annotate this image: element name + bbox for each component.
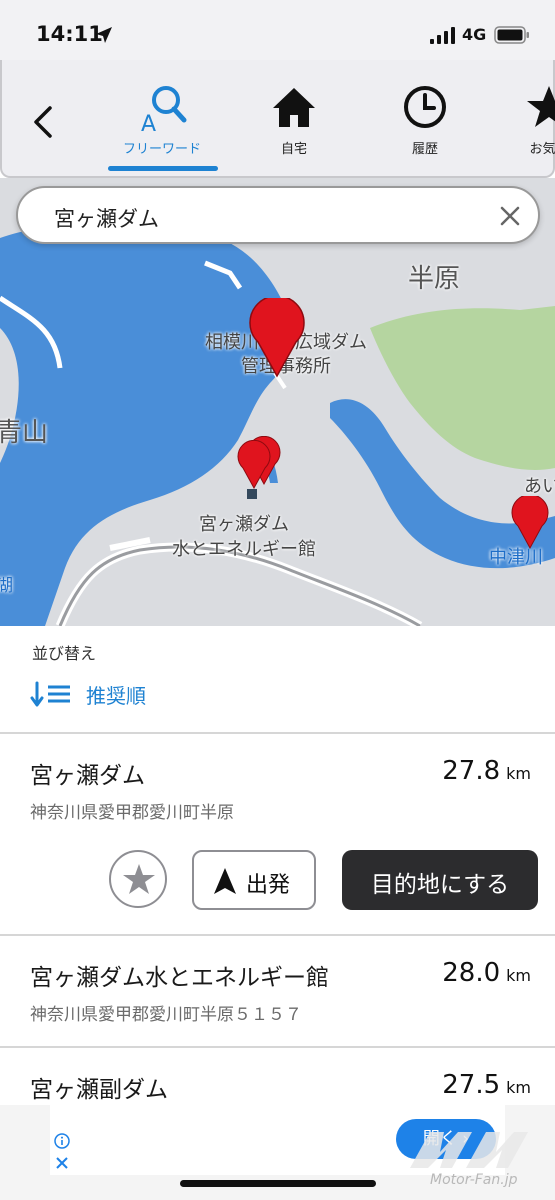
sort-section: 並び替え 推奨順 xyxy=(0,626,555,734)
result-address: 神奈川県愛甲郡愛川町半原５１５７ xyxy=(30,1005,302,1025)
map-pin-icon[interactable] xyxy=(246,298,308,378)
result-distance-value: 28.0 xyxy=(442,958,501,988)
tab-freeword-label: フリーワード xyxy=(122,142,201,157)
result-item[interactable]: 宮ヶ瀬ダム 27.8 km 神奈川県愛甲郡愛川町半原 出発 目的地にする xyxy=(0,734,555,936)
result-distance-value: 27.5 xyxy=(442,1070,501,1100)
result-distance-value: 27.8 xyxy=(442,756,501,786)
map-label-hanbara: 半原 xyxy=(408,264,461,294)
top-navigation: A フリーワード 自宅 履歴 お気に xyxy=(0,60,555,178)
search-input[interactable]: 宮ヶ瀬ダム xyxy=(54,203,159,233)
map-label-ai: あい xyxy=(524,476,555,497)
result-item[interactable]: 宮ヶ瀬ダム水とエネルギー館 28.0 km 神奈川県愛甲郡愛川町半原５１５７ xyxy=(0,936,555,1048)
sort-button[interactable]: 推奨順 xyxy=(30,678,190,710)
search-box[interactable]: 宮ヶ瀬ダム xyxy=(16,186,540,244)
sort-icon xyxy=(30,681,70,707)
map-label-museum-line2: 水とエネルギー館 xyxy=(172,539,316,560)
result-item[interactable]: 宮ヶ瀬副ダム 27.5 km xyxy=(0,1048,555,1108)
battery-icon xyxy=(494,26,529,44)
depart-button[interactable]: 出発 xyxy=(192,850,316,910)
star-icon xyxy=(527,86,555,127)
sort-value: 推奨順 xyxy=(86,684,146,708)
close-icon[interactable] xyxy=(54,1155,70,1171)
status-time: 14:11 xyxy=(36,22,103,46)
location-arrow-icon xyxy=(96,27,112,43)
set-destination-label: 目的地にする xyxy=(370,872,510,898)
info-icon[interactable] xyxy=(54,1133,70,1149)
signal-icon xyxy=(430,27,455,44)
result-name: 宮ヶ瀬副ダム xyxy=(30,1077,168,1103)
set-destination-button[interactable]: 目的地にする xyxy=(342,850,538,910)
search-a-icon: A xyxy=(141,86,187,132)
favorite-button[interactable] xyxy=(109,850,167,908)
clock-icon xyxy=(404,86,446,128)
result-name: 宮ヶ瀬ダム xyxy=(30,763,145,789)
tab-home[interactable]: 自宅 xyxy=(257,82,331,157)
back-button[interactable] xyxy=(26,100,62,144)
star-icon xyxy=(123,864,155,894)
tab-favorites-label: お気に xyxy=(529,142,555,157)
map-label-museum: 宮ヶ瀬ダム 水とエネルギー館 xyxy=(172,512,316,562)
home-icon xyxy=(273,88,315,127)
map-label-museum-line1: 宮ヶ瀬ダム xyxy=(199,514,289,535)
active-tab-indicator xyxy=(108,166,218,171)
result-distance-unit: km xyxy=(506,1078,531,1097)
map-label-ko: 湖 xyxy=(0,576,13,596)
navigation-arrow-icon xyxy=(214,868,236,894)
result-distance: 28.0 km xyxy=(442,958,531,988)
result-distance: 27.8 km xyxy=(442,756,531,786)
sort-title: 並び替え xyxy=(32,644,97,663)
map-view[interactable]: 半原 青山 相模川水系広域ダム 管理事務所 宮ヶ瀬ダム 水とエネルギー館 中津川… xyxy=(0,178,555,626)
tab-history-label: 履歴 xyxy=(411,142,438,157)
tab-freeword[interactable]: A フリーワード xyxy=(106,82,218,157)
home-indicator[interactable] xyxy=(180,1180,376,1187)
result-distance: 27.5 km xyxy=(442,1070,531,1100)
tab-home-label: 自宅 xyxy=(280,142,307,157)
map-pin-icon[interactable] xyxy=(236,440,272,490)
result-distance-unit: km xyxy=(506,764,531,783)
tab-history[interactable]: 履歴 xyxy=(388,82,462,157)
map-label-aoyama: 青山 xyxy=(0,418,49,448)
clear-icon[interactable] xyxy=(496,202,524,230)
map-pin-icon[interactable] xyxy=(510,496,550,550)
watermark-text: Motor-Fan.jp xyxy=(430,1172,518,1188)
result-address: 神奈川県愛甲郡愛川町半原 xyxy=(30,803,234,823)
network-type: 4G xyxy=(462,25,487,44)
depart-button-label: 出発 xyxy=(246,873,291,898)
svg-text:A: A xyxy=(141,112,156,132)
result-distance-unit: km xyxy=(506,966,531,985)
tab-favorites[interactable]: お気に xyxy=(512,82,555,157)
result-name: 宮ヶ瀬ダム水とエネルギー館 xyxy=(30,965,329,991)
